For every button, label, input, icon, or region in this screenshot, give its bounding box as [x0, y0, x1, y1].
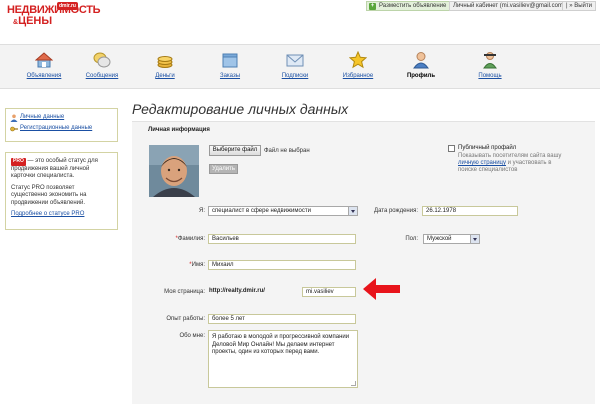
pro-text-1: PRO — это особый статус для продвижения … — [11, 158, 112, 181]
public-profile-checkbox[interactable] — [448, 145, 455, 152]
no-file-label: Файл не выбран — [264, 148, 310, 154]
nav-label: Помощь — [478, 73, 502, 79]
speech-bubbles-icon — [93, 52, 111, 68]
key-icon — [10, 126, 18, 132]
envelope-icon — [286, 54, 304, 67]
box-icon — [222, 53, 238, 68]
page-title: Редактирование личных данных — [132, 101, 349, 117]
main-nav: Объявления Сообщения Деньги Заказы Подпи… — [0, 44, 600, 89]
logo-line2: &ЦЕНЫ — [13, 16, 73, 28]
post-ad-label: Разместить объявление — [379, 3, 447, 9]
public-profile-description: Показывать посетителям сайта вашу личную… — [458, 153, 568, 174]
logo-badge: dmir.ru — [57, 2, 78, 10]
role-value: специалист в сфере недвижимости — [212, 208, 311, 214]
avatar — [149, 145, 199, 197]
logout-button[interactable]: | » Выйти — [562, 1, 596, 11]
plus-icon: + — [369, 3, 376, 10]
my-page-label: Моя страница: — [164, 289, 205, 295]
nav-label: Деньги — [155, 73, 175, 79]
nav-label-active: Профиль — [406, 73, 436, 79]
my-page-url-prefix: http://realty.dmir.ru/ — [209, 288, 265, 294]
person-icon — [10, 114, 18, 122]
nav-label: Сообщения — [85, 73, 119, 79]
nav-item-orders[interactable]: Заказы — [200, 51, 260, 79]
pro-text-2: Статус PRO позволяет существенно экономи… — [11, 184, 87, 206]
personal-page-link[interactable]: личную страницу — [458, 160, 506, 166]
sidebar-item-personal-data[interactable]: Личные данные — [10, 114, 113, 125]
gender-value: Мужской — [427, 236, 452, 242]
nav-label: Избранное — [342, 73, 374, 79]
nav-label: Подписки — [281, 73, 309, 79]
birth-date-label: Дата рождения: — [374, 208, 418, 214]
gender-label: Пол: — [405, 236, 418, 242]
role-label: Я: — [199, 208, 205, 214]
star-icon — [349, 51, 367, 69]
person-icon — [413, 52, 429, 69]
chevron-down-icon — [470, 235, 479, 243]
sidebar-item-registration-data[interactable]: Регистрационные данные — [10, 125, 113, 136]
nav-item-favorites[interactable]: Избранное — [328, 51, 388, 79]
about-textarea[interactable]: Я работаю в молодой и прогрессивной комп… — [208, 330, 358, 388]
public-desc-part1: Показывать посетителям сайта вашу — [458, 153, 562, 159]
sidebar-links-box: Личные данные Регистрационные данные — [5, 108, 118, 142]
section-title: Личная информация — [148, 127, 210, 133]
about-text: Я работаю в молодой и прогрессивной комп… — [212, 334, 350, 355]
post-ad-button[interactable]: + Разместить объявление — [366, 1, 451, 11]
surname-label: *Фамилия: — [150, 236, 206, 242]
surname-field[interactable]: Васильев — [208, 234, 356, 244]
delete-photo-button[interactable]: Удалить — [209, 164, 238, 174]
name-label-text: Имя: — [191, 262, 205, 268]
pro-badge: PRO — [11, 158, 26, 166]
sidebar-item-label: Регистрационные данные — [20, 125, 93, 131]
nav-item-messages[interactable]: Сообщения — [72, 51, 132, 79]
arrow-left-icon — [363, 278, 400, 300]
help-icon — [483, 52, 497, 69]
chevron-down-icon — [348, 207, 357, 215]
site-logo[interactable]: dmir.ru НЕДВИЖИМОСТЬ &ЦЕНЫ — [7, 2, 101, 39]
experience-field[interactable]: более 5 лет — [208, 314, 356, 324]
nav-item-help[interactable]: Помощь — [460, 51, 520, 79]
personal-cabinet-link[interactable]: Личный кабинет (mi.vasiliev@gmail.com) — [449, 1, 569, 11]
gender-select[interactable]: Мужской — [423, 234, 480, 244]
nav-item-profile[interactable]: Профиль — [391, 51, 451, 79]
birth-date-field[interactable]: 26.12.1978 — [422, 206, 518, 216]
nav-label: Заказы — [219, 73, 241, 79]
house-icon — [35, 52, 53, 68]
nav-item-subscriptions[interactable]: Подписки — [265, 51, 325, 79]
about-label: Обо мне: — [179, 333, 205, 339]
surname-label-text: Фамилия: — [177, 236, 205, 242]
nav-item-ads[interactable]: Объявления — [14, 51, 74, 79]
name-label: *Имя: — [150, 262, 205, 268]
public-profile-label: Публичный профайл — [458, 145, 517, 151]
sidebar-item-label: Личные данные — [20, 114, 65, 120]
my-page-field[interactable]: mi.vasiliev — [302, 287, 356, 297]
top-bar: dmir.ru НЕДВИЖИМОСТЬ &ЦЕНЫ + Разместить … — [0, 0, 600, 44]
role-select[interactable]: специалист в сфере недвижимости — [208, 206, 358, 216]
name-field[interactable]: Михаил — [208, 260, 356, 270]
pro-info-box: PRO — это особый статус для продвижения … — [5, 152, 118, 230]
resize-handle-icon[interactable] — [351, 381, 356, 386]
choose-file-button[interactable]: Выберите файл — [209, 145, 261, 156]
nav-label: Объявления — [26, 73, 62, 79]
experience-label: Опыт работы: — [166, 316, 205, 322]
nav-item-money[interactable]: Деньги — [135, 51, 195, 79]
logo-line2-text: ЦЕНЫ — [18, 15, 53, 27]
pro-more-link[interactable]: Подробнее о статусе PRO — [11, 211, 84, 217]
coins-icon — [157, 56, 173, 68]
